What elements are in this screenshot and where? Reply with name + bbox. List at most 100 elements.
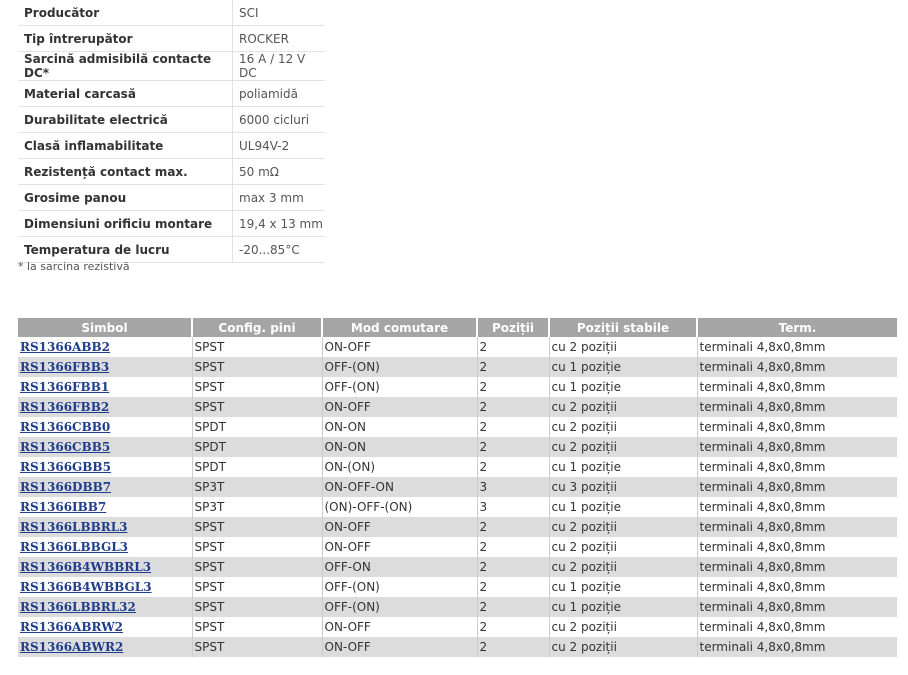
symbol-cell: RS1366ABRW2 — [18, 617, 193, 637]
stable-positions-cell: cu 1 poziție — [549, 497, 698, 517]
positions-cell: 2 — [477, 597, 550, 617]
spec-row: Sarcină admisibilă contacte DC* 16 A / 12… — [18, 51, 325, 81]
spec-value: 16 A / 12 V DC — [232, 51, 325, 81]
stable-positions-cell: cu 2 poziții — [549, 537, 698, 557]
symbol-cell: RS1366ABWR2 — [18, 637, 193, 657]
spec-value: ROCKER — [232, 25, 325, 52]
spec-row: Producător SCI — [18, 0, 325, 26]
pin-config-cell: SPDT — [192, 417, 323, 437]
pin-config-cell: SPST — [192, 597, 323, 617]
positions-cell: 2 — [477, 397, 550, 417]
column-header-pin-config[interactable]: Config. pini — [192, 318, 323, 337]
product-symbol-link[interactable]: RS1366B4WBBRL3 — [20, 560, 151, 574]
pin-config-cell: SPST — [192, 577, 323, 597]
product-symbol-link[interactable]: RS1366FBB3 — [20, 360, 109, 374]
table-row: RS1366IBB7 SP3T (ON)-OFF-(ON) 3 cu 1 poziție… — [18, 497, 897, 517]
table-row: RS1366CBB0 SPDT ON-ON 2 cu 2 poziții terminal… — [18, 417, 897, 437]
symbol-cell: RS1366IBB7 — [18, 497, 193, 517]
switching-mode-cell: ON-OFF — [322, 537, 478, 557]
pin-config-cell: SPST — [192, 337, 323, 357]
spec-value: 19,4 x 13 mm — [232, 210, 325, 237]
product-symbol-link[interactable]: RS1366ABB2 — [20, 340, 110, 354]
spec-label: Tip întrerupător — [18, 25, 233, 52]
column-header-positions[interactable]: Poziții — [477, 318, 550, 337]
positions-cell: 2 — [477, 457, 550, 477]
product-symbol-link[interactable]: RS1366IBB7 — [20, 500, 106, 514]
terminals-cell: terminali 4,8x0,8mm — [697, 357, 897, 377]
product-symbol-link[interactable]: RS1366LBBRL3 — [20, 520, 128, 534]
terminals-cell: terminali 4,8x0,8mm — [697, 457, 897, 477]
product-symbol-link[interactable]: RS1366ABRW2 — [20, 620, 123, 634]
terminals-cell: terminali 4,8x0,8mm — [697, 637, 897, 657]
symbol-cell: RS1366B4WBBRL3 — [18, 557, 193, 577]
product-symbol-link[interactable]: RS1366GBB5 — [20, 460, 111, 474]
positions-cell: 2 — [477, 577, 550, 597]
product-symbol-link[interactable]: RS1366CBB0 — [20, 420, 110, 434]
table-row: RS1366DBB7 SP3T ON-OFF-ON 3 cu 3 poziții term… — [18, 477, 897, 497]
terminals-cell: terminali 4,8x0,8mm — [697, 537, 897, 557]
switching-mode-cell: ON-OFF-ON — [322, 477, 478, 497]
specifications-table: Producător SCI Tip întrerupător ROCKER Sarci… — [18, 0, 325, 263]
specifications-body: Producător SCI Tip întrerupător ROCKER Sarci… — [18, 0, 325, 263]
table-row: RS1366ABB2 SPST ON-OFF 2 cu 2 poziții termina… — [18, 337, 897, 357]
spec-label: Durabilitate electrică — [18, 106, 233, 133]
symbol-cell: RS1366CBB5 — [18, 437, 193, 457]
spec-row: Tip întrerupător ROCKER — [18, 25, 325, 52]
product-symbol-link[interactable]: RS1366FBB1 — [20, 380, 109, 394]
symbol-cell: RS1366LBBRL3 — [18, 517, 193, 537]
column-header-symbol[interactable]: Simbol — [18, 318, 193, 337]
switching-mode-cell: OFF-ON — [322, 557, 478, 577]
positions-cell: 2 — [477, 537, 550, 557]
switching-mode-cell: OFF-(ON) — [322, 357, 478, 377]
positions-cell: 3 — [477, 497, 550, 517]
stable-positions-cell: cu 2 poziții — [549, 617, 698, 637]
spec-row: Material carcasă poliamidă — [18, 80, 325, 107]
symbol-cell: RS1366B4WBBGL3 — [18, 577, 193, 597]
pin-config-cell: SP3T — [192, 477, 323, 497]
spec-value: SCI — [232, 0, 325, 26]
products-header-row: Simbol Config. pini Mod comutare Poziții… — [18, 318, 897, 337]
spec-label: Temperatura de lucru — [18, 236, 233, 263]
stable-positions-cell: cu 1 poziție — [549, 457, 698, 477]
symbol-cell: RS1366GBB5 — [18, 457, 193, 477]
product-symbol-link[interactable]: RS1366LBBGL3 — [20, 540, 128, 554]
switching-mode-cell: ON-OFF — [322, 637, 478, 657]
terminals-cell: terminali 4,8x0,8mm — [697, 397, 897, 417]
table-row: RS1366FBB1 SPST OFF-(ON) 2 cu 1 poziție termi… — [18, 377, 897, 397]
spec-row: Rezistență contact max. 50 mΩ — [18, 158, 325, 185]
product-symbol-link[interactable]: RS1366ABWR2 — [20, 640, 123, 654]
table-row: RS1366ABRW2 SPST ON-OFF 2 cu 2 poziții termin… — [18, 617, 897, 637]
positions-cell: 2 — [477, 417, 550, 437]
switching-mode-cell: ON-OFF — [322, 617, 478, 637]
spec-label: Grosime panou — [18, 184, 233, 211]
spec-label: Rezistență contact max. — [18, 158, 233, 185]
spec-label: Sarcină admisibilă contacte DC* — [18, 51, 233, 81]
product-symbol-link[interactable]: RS1366CBB5 — [20, 440, 110, 454]
product-symbol-link[interactable]: RS1366B4WBBGL3 — [20, 580, 152, 594]
stable-positions-cell: cu 3 poziții — [549, 477, 698, 497]
pin-config-cell: SPST — [192, 557, 323, 577]
column-header-stable-positions[interactable]: Poziții stabile — [549, 318, 698, 337]
spec-value: max 3 mm — [232, 184, 325, 211]
product-symbol-link[interactable]: RS1366DBB7 — [20, 480, 111, 494]
positions-cell: 2 — [477, 437, 550, 457]
pin-config-cell: SP3T — [192, 497, 323, 517]
terminals-cell: terminali 4,8x0,8mm — [697, 577, 897, 597]
product-symbol-link[interactable]: RS1366LBBRL32 — [20, 600, 136, 614]
pin-config-cell: SPST — [192, 617, 323, 637]
positions-cell: 2 — [477, 557, 550, 577]
terminals-cell: terminali 4,8x0,8mm — [697, 377, 897, 397]
spec-row: Durabilitate electrică 6000 cicluri — [18, 106, 325, 133]
pin-config-cell: SPST — [192, 377, 323, 397]
column-header-switching-mode[interactable]: Mod comutare — [322, 318, 478, 337]
product-symbol-link[interactable]: RS1366FBB2 — [20, 400, 109, 414]
terminals-cell: terminali 4,8x0,8mm — [697, 517, 897, 537]
positions-cell: 2 — [477, 517, 550, 537]
pin-config-cell: SPST — [192, 637, 323, 657]
table-row: RS1366LBBGL3 SPST ON-OFF 2 cu 2 poziții termi… — [18, 537, 897, 557]
symbol-cell: RS1366LBBRL32 — [18, 597, 193, 617]
column-header-terminals[interactable]: Term. — [697, 318, 897, 337]
switching-mode-cell: OFF-(ON) — [322, 597, 478, 617]
symbol-cell: RS1366FBB1 — [18, 377, 193, 397]
stable-positions-cell: cu 1 poziție — [549, 597, 698, 617]
